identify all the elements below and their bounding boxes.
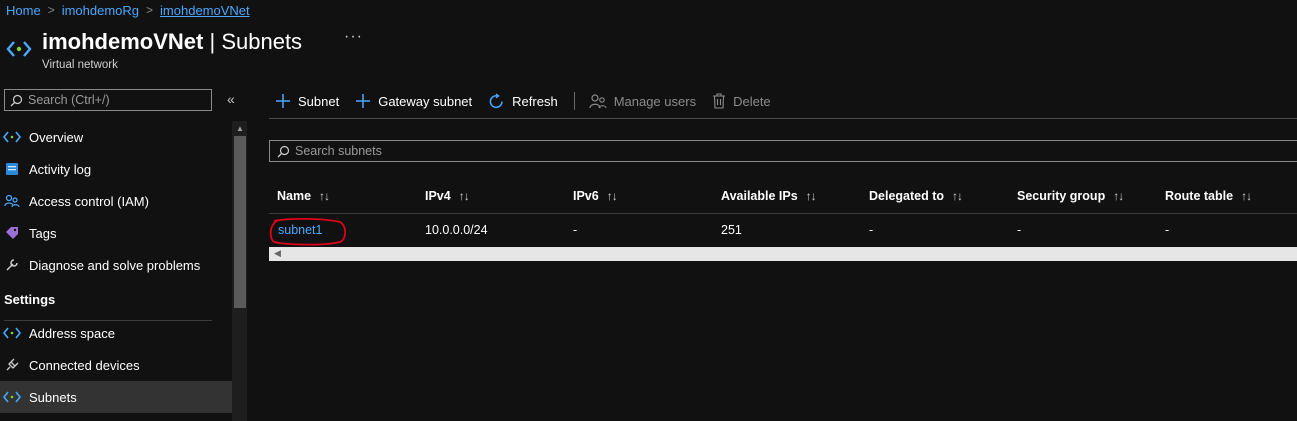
- nav-item-label: Activity log: [29, 161, 92, 177]
- nav-item-label: Subnets: [29, 389, 77, 405]
- column-header-name[interactable]: Name ↑↓: [277, 187, 330, 205]
- nav-item-label: Access control (IAM): [29, 193, 149, 209]
- toolbar-divider-line: [269, 118, 1297, 119]
- add-subnet-button[interactable]: Subnet: [275, 93, 339, 109]
- sort-icon[interactable]: ↑↓: [806, 189, 817, 203]
- nav-item-label: Diagnose and solve problems: [29, 257, 201, 273]
- breadcrumb-resource-group-link[interactable]: imohdemoRg: [62, 3, 139, 18]
- page-title: imohdemoVNet | Subnets: [42, 27, 302, 57]
- scroll-left-arrow-icon[interactable]: ◀: [274, 248, 281, 259]
- resource-name: imohdemoVNet: [42, 29, 204, 54]
- sort-icon[interactable]: ↑↓: [607, 189, 618, 203]
- nav-scrollbar-thumb[interactable]: [234, 136, 246, 308]
- column-label: Name: [277, 189, 312, 203]
- nav-item-label: Connected devices: [29, 357, 140, 373]
- refresh-icon: [489, 92, 503, 108]
- column-label: Security group: [1017, 189, 1106, 203]
- nav-item-activity-log[interactable]: Activity log: [0, 153, 232, 185]
- column-label: Route table: [1165, 189, 1234, 203]
- plus-icon: [276, 94, 290, 108]
- refresh-label: Refresh: [512, 93, 558, 109]
- resource-type: Virtual network: [42, 59, 118, 71]
- collapse-nav-button[interactable]: «: [227, 91, 235, 107]
- column-label: Available IPs: [721, 189, 798, 203]
- column-label: IPv4: [425, 189, 451, 203]
- sort-icon[interactable]: ↑↓: [1241, 189, 1252, 203]
- blade-name: Subnets: [221, 29, 303, 54]
- search-icon: [277, 145, 290, 157]
- breadcrumb-current-link[interactable]: imohdemoVNet: [160, 3, 250, 18]
- refresh-button[interactable]: Refresh: [488, 92, 558, 110]
- breadcrumb-separator: >: [47, 3, 55, 17]
- manage-users-label: Manage users: [613, 93, 697, 109]
- search-subnets-placeholder: Search subnets: [295, 144, 382, 158]
- sort-icon[interactable]: ↑↓: [319, 189, 330, 203]
- table-horizontal-scrollbar[interactable]: [269, 247, 1297, 261]
- nav-item-overview[interactable]: Overview: [0, 121, 232, 153]
- column-header-ipv4[interactable]: IPv4 ↑↓: [425, 187, 470, 205]
- toolbar-divider: [573, 92, 575, 110]
- plus-icon: [356, 94, 371, 108]
- nav-item-access-control[interactable]: Access control (IAM): [0, 185, 232, 217]
- column-label: IPv6: [573, 189, 599, 203]
- cell-route-table: -: [1165, 223, 1170, 237]
- table-header-divider: [269, 213, 1297, 214]
- activity-log-icon: [0, 160, 24, 178]
- title-divider: |: [209, 29, 216, 54]
- manage-users-button[interactable]: Manage users: [589, 93, 696, 109]
- breadcrumb: Home > imohdemoRg > imohdemoVNet: [6, 1, 250, 19]
- people-icon: [589, 94, 607, 109]
- column-header-security-group[interactable]: Security group ↑↓: [1017, 187, 1124, 205]
- add-gateway-subnet-button[interactable]: Gateway subnet: [355, 93, 472, 109]
- plug-icon: [0, 356, 24, 374]
- cell-ipv4: 10.0.0.0/24: [425, 223, 488, 237]
- search-subnets-input[interactable]: Search subnets: [269, 140, 1297, 162]
- scroll-up-arrow-icon[interactable]: ▲: [236, 124, 244, 133]
- column-header-delegated-to[interactable]: Delegated to ↑↓: [869, 187, 963, 205]
- search-icon: [10, 94, 23, 106]
- nav-item-connected-devices[interactable]: Connected devices: [0, 349, 232, 381]
- nav-item-label: Tags: [29, 225, 57, 241]
- breadcrumb-separator: >: [146, 3, 154, 17]
- nav-search-placeholder: Search (Ctrl+/): [28, 93, 110, 107]
- add-gateway-subnet-label: Gateway subnet: [378, 93, 473, 109]
- add-subnet-label: Subnet: [298, 93, 340, 109]
- more-options-button[interactable]: ···: [344, 28, 363, 46]
- delete-label: Delete: [733, 93, 771, 109]
- sort-icon[interactable]: ↑↓: [459, 189, 470, 203]
- nav-item-label: Address space: [29, 325, 115, 341]
- nav-item-label: Overview: [29, 129, 84, 145]
- column-header-route-table[interactable]: Route table ↑↓: [1165, 187, 1252, 205]
- nav-item-address-space[interactable]: Address space: [0, 317, 232, 349]
- breadcrumb-home-link[interactable]: Home: [6, 3, 41, 18]
- wrench-icon: [0, 256, 24, 274]
- cell-ipv6: -: [573, 223, 578, 237]
- column-label: Delegated to: [869, 189, 945, 203]
- nav-item-diagnose[interactable]: Diagnose and solve problems: [0, 249, 232, 281]
- tag-icon: [0, 224, 24, 242]
- nav-section-settings: Settings: [4, 291, 56, 307]
- trash-icon: [713, 93, 726, 109]
- sort-icon[interactable]: ↑↓: [952, 189, 963, 203]
- vnet-icon: [6, 41, 32, 57]
- column-header-ipv6[interactable]: IPv6 ↑↓: [573, 187, 618, 205]
- nav-divider: [4, 320, 212, 321]
- column-header-available-ips[interactable]: Available IPs ↑↓: [721, 187, 817, 205]
- annotation-circle: [269, 217, 347, 246]
- nav-item-subnets[interactable]: Subnets: [0, 381, 232, 413]
- vnet-icon: [0, 128, 24, 146]
- command-bar: Subnet Gateway subnet Refresh Manage use…: [275, 89, 787, 113]
- nav-item-tags[interactable]: Tags: [0, 217, 232, 249]
- vnet-icon: [0, 324, 24, 342]
- sort-icon[interactable]: ↑↓: [1113, 189, 1124, 203]
- people-icon: [0, 192, 24, 210]
- nav-search-input[interactable]: Search (Ctrl+/): [4, 89, 212, 111]
- nav-menu: Overview Activity log Access control (IA…: [0, 121, 232, 413]
- cell-available-ips: 251: [721, 223, 742, 237]
- vnet-icon: [0, 388, 24, 406]
- cell-security-group: -: [1017, 223, 1022, 237]
- cell-delegated-to: -: [869, 223, 874, 237]
- delete-button[interactable]: Delete: [712, 93, 771, 109]
